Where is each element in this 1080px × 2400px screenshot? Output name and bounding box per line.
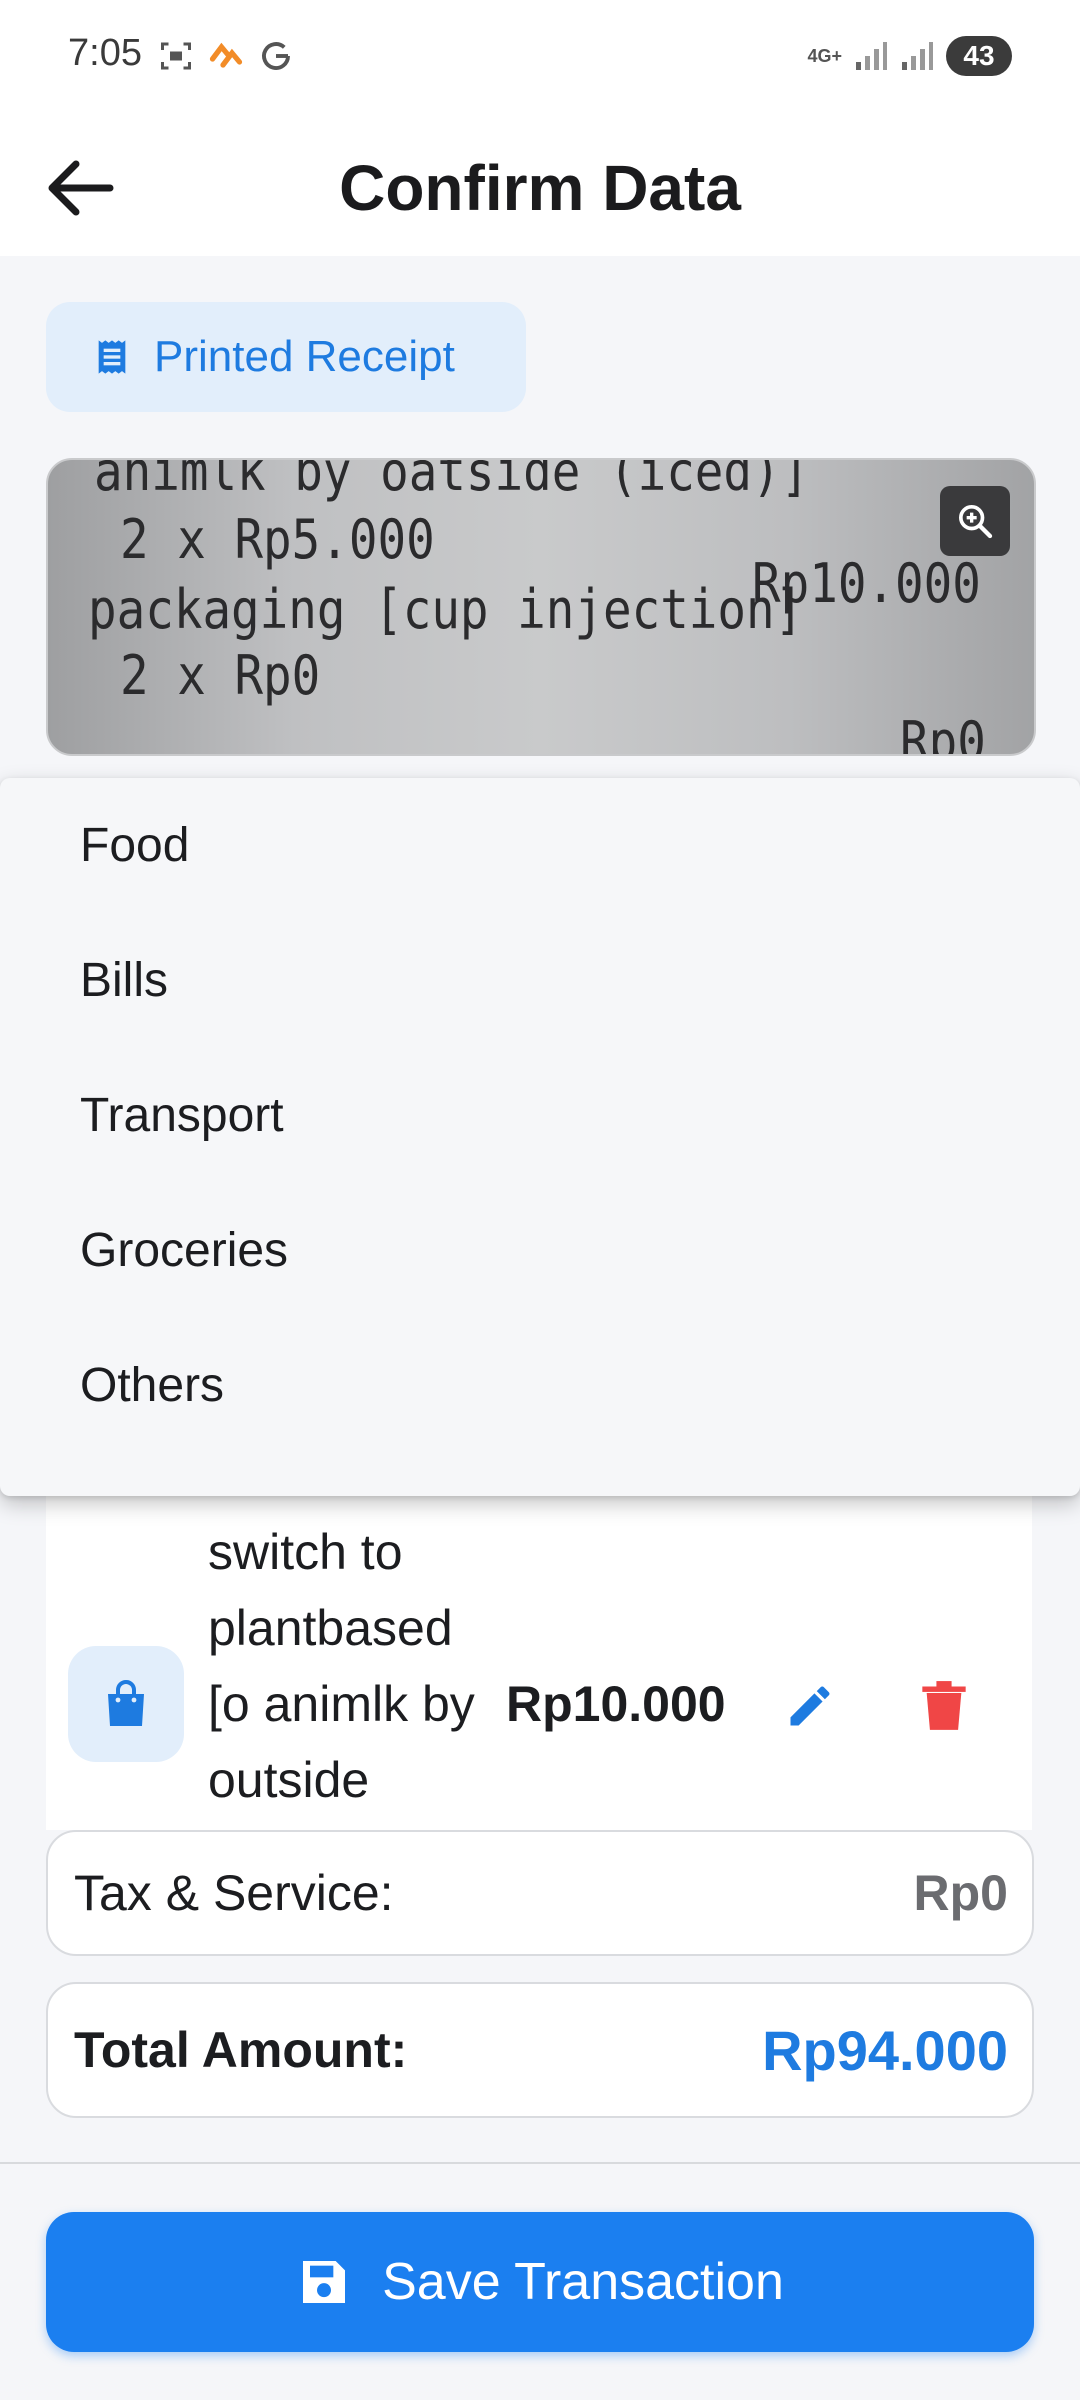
receipt-image[interactable]: animlk by oatside (iced)] 2 x Rp5.000 Rp… (46, 458, 1036, 756)
receipt-line: 2 x Rp0 (120, 644, 321, 707)
signal-icon-2 (902, 42, 933, 70)
tax-service-value: Rp0 (913, 1865, 1008, 1921)
signal-icon (856, 42, 887, 70)
item-category-icon (68, 1646, 184, 1762)
menu-item-label: Transport (80, 1089, 284, 1142)
item-row: switch to plantbased [o animlk by outsid… (46, 1470, 1032, 1830)
battery-icon: 43 (946, 36, 1012, 76)
receipt-line: animlk by oatside (iced)] (94, 458, 810, 503)
screenshot-icon (161, 42, 191, 70)
delete-item-button[interactable] (904, 1666, 984, 1746)
receipt-type-label: Printed Receipt (154, 332, 455, 381)
google-icon (262, 42, 290, 70)
item-name-line: [o animlk by (208, 1676, 475, 1732)
item-name-line: plantbased (208, 1600, 453, 1656)
menu-item-bills[interactable]: Bills (0, 913, 1080, 1048)
save-transaction-label: Save Transaction (382, 2253, 784, 2311)
status-bar: 7:05 4G+ 43 (0, 0, 1080, 120)
menu-item-label: Food (80, 819, 190, 872)
status-notification-icons (158, 38, 294, 74)
receipt-line: packaging [cup injection] (88, 578, 804, 641)
menu-item-label: Others (80, 1359, 225, 1412)
total-amount-row: Total Amount: Rp94.000 (46, 1982, 1034, 2118)
item-name: switch to plantbased [o animlk by outsid… (208, 1514, 498, 1818)
menu-item-label: Groceries (80, 1224, 289, 1277)
trash-icon (922, 1681, 966, 1730)
tax-service-row: Tax & Service: Rp0 (46, 1830, 1034, 1956)
menu-item-label: Bills (80, 954, 169, 1007)
page-title: Confirm Data (339, 152, 741, 224)
menu-item-food[interactable]: Food (0, 778, 1080, 913)
item-price: Rp10.000 (506, 1676, 726, 1732)
receipt-line: Rp0 (900, 710, 986, 756)
receipt-type-chip[interactable]: Printed Receipt (46, 302, 526, 412)
menu-item-transport[interactable]: Transport (0, 1048, 1080, 1183)
save-transaction-button[interactable]: Save Transaction (46, 2212, 1034, 2352)
app-bar: Confirm Data (0, 120, 1080, 256)
receipt-icon (98, 340, 126, 374)
total-amount-value: Rp94.000 (762, 2018, 1008, 2082)
save-icon (303, 2261, 346, 2303)
menu-item-others[interactable]: Others (0, 1318, 1080, 1453)
status-time: 7:05 (68, 32, 142, 74)
category-dropdown-menu: Food Bills Transport Groceries Others (0, 778, 1080, 1496)
app-notification-icon (209, 42, 243, 68)
edit-item-button[interactable] (770, 1666, 850, 1746)
status-system-icons: 4G+ 43 (807, 36, 1012, 76)
item-name-line: switch to (208, 1524, 403, 1580)
zoom-button[interactable] (940, 486, 1010, 556)
tax-service-label: Tax & Service: (74, 1865, 394, 1921)
pencil-icon (790, 1686, 830, 1726)
zoom-in-icon (959, 504, 993, 539)
receipt-line: 2 x Rp5.000 (120, 508, 435, 571)
shopping-bag-icon (108, 1680, 144, 1726)
network-type: 4G+ (807, 46, 842, 66)
item-name-line: outside (208, 1752, 370, 1808)
total-amount-label: Total Amount: (74, 2022, 408, 2078)
battery-level: 43 (963, 40, 995, 71)
menu-item-groceries[interactable]: Groceries (0, 1183, 1080, 1318)
